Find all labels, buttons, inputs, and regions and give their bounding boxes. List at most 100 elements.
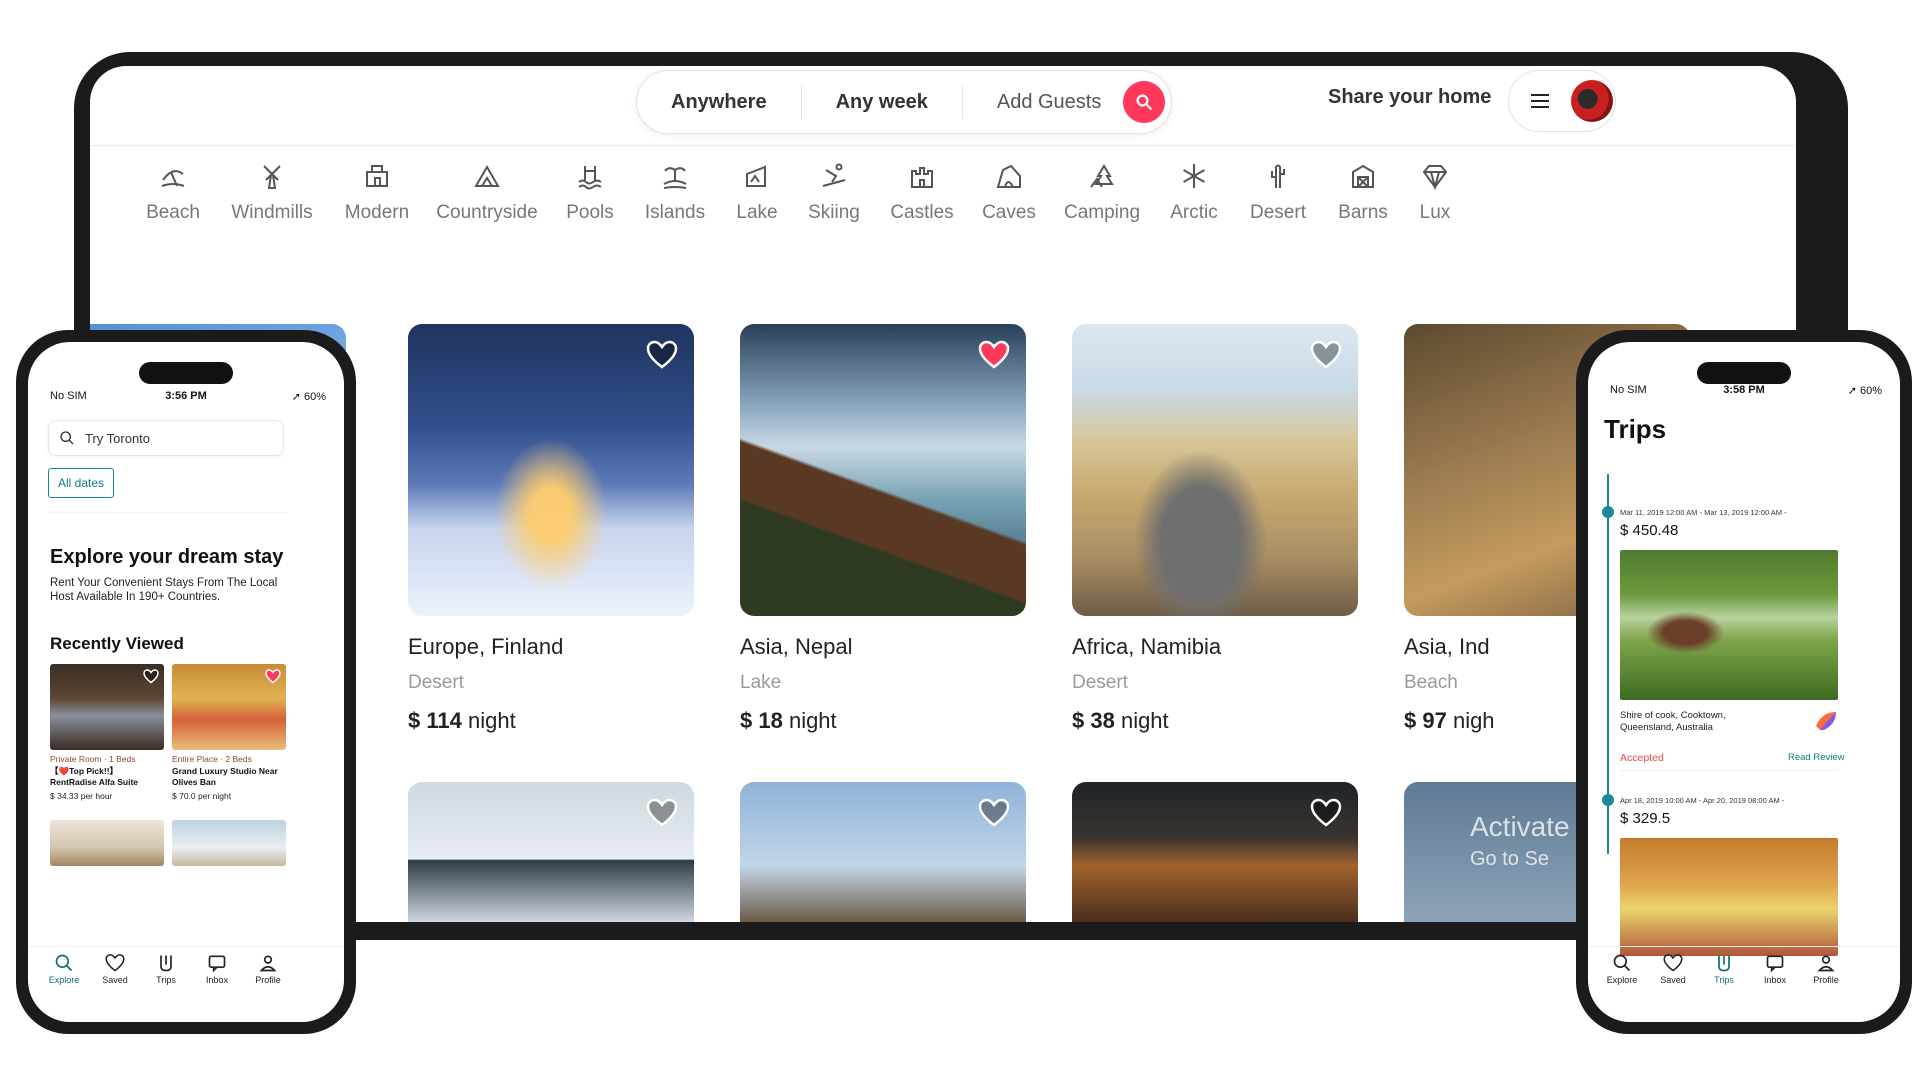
search-placeholder: Try Toronto	[85, 430, 151, 446]
search-where[interactable]: Anywhere	[637, 85, 802, 119]
heart-icon[interactable]	[143, 669, 159, 684]
status-bar: No SIM 3:56 PM ➚ 60%	[28, 390, 344, 408]
profile-icon	[259, 955, 277, 972]
recent-listing[interactable]	[50, 820, 164, 866]
phone-notch	[1697, 362, 1791, 384]
recent-listing[interactable]: Private Room · 1 Beds 【❤️Top Pick!!】Rent…	[50, 664, 164, 801]
timeline-dot	[1602, 506, 1614, 518]
windmill-icon	[263, 165, 281, 189]
user-menu[interactable]	[1508, 70, 1616, 132]
listing-price: $ 97 nigh	[1404, 708, 1495, 733]
recent-listing-title: Grand Luxury Studio Near Olives Ban	[172, 766, 278, 787]
inbox-icon	[208, 955, 226, 973]
carrier-label: No SIM	[1610, 384, 1647, 396]
trip-price: $ 329.5	[1620, 810, 1671, 827]
search-when[interactable]: Any week	[802, 85, 963, 119]
tab-explore[interactable]: Explore	[36, 953, 92, 985]
trip-status: Accepted	[1620, 752, 1664, 764]
tab-saved[interactable]: Saved	[1645, 953, 1701, 985]
heart-icon	[1663, 954, 1683, 972]
trip-location: Shire of cook, Cooktown, Queensland, Aus…	[1620, 710, 1726, 733]
trips-icon	[1718, 955, 1730, 972]
read-review-link[interactable]: Read Review	[1788, 752, 1845, 763]
pool-icon	[578, 166, 602, 190]
recent-listing-type: Private Room · 1 Beds	[50, 754, 136, 764]
activation-watermark: Activate Go to Se	[1470, 811, 1570, 870]
divider	[1620, 770, 1838, 771]
left-phone-frame: No SIM 3:56 PM ➚ 60% Try Toronto All dat…	[16, 330, 356, 1034]
recent-listing-image	[172, 664, 286, 750]
listing-price: $ 18 night	[740, 708, 837, 733]
heart-icon[interactable]	[978, 340, 1010, 370]
search-bar[interactable]: Anywhere Any week Add Guests	[636, 70, 1172, 134]
search-icon	[55, 954, 73, 972]
listing-price: $ 38 night	[1072, 708, 1169, 733]
listing-card[interactable]	[408, 782, 694, 922]
bottom-tab-bar: Explore Saved Trips Inbox Profile	[1588, 946, 1900, 1000]
heart-icon[interactable]	[646, 798, 678, 828]
listing-category: Beach	[1404, 672, 1458, 693]
tab-profile[interactable]: Profile	[240, 953, 296, 985]
clock: 3:58 PM	[1723, 384, 1765, 396]
right-phone-screen: No SIM 3:58 PM ➚ 60% Trips Mar 11, 2019 …	[1588, 342, 1900, 1022]
search-guests[interactable]: Add Guests	[963, 85, 1124, 119]
listing-category: Desert	[408, 672, 464, 693]
lake-icon	[746, 165, 766, 187]
all-dates-button[interactable]: All dates	[48, 468, 115, 498]
listing-card[interactable]	[1072, 782, 1358, 922]
left-phone-screen: No SIM 3:56 PM ➚ 60% Try Toronto All dat…	[28, 342, 344, 1022]
cactus-icon	[1271, 164, 1285, 188]
carrier-label: No SIM	[50, 390, 87, 402]
tab-explore[interactable]: Explore	[1594, 953, 1650, 985]
listing-title: Europe, Finland	[408, 634, 564, 659]
listing-category: Lake	[740, 672, 782, 693]
tab-saved[interactable]: Saved	[87, 953, 143, 985]
tab-trips[interactable]: Trips	[1696, 953, 1752, 985]
heart-icon[interactable]	[265, 669, 281, 684]
tab-trips[interactable]: Trips	[138, 953, 194, 985]
right-phone-frame: No SIM 3:58 PM ➚ 60% Trips Mar 11, 2019 …	[1576, 330, 1912, 1034]
category-lux[interactable]: Lux	[1370, 162, 1500, 224]
recently-viewed-heading: Recently Viewed	[50, 634, 184, 653]
camping-icon	[1090, 164, 1114, 188]
listing-card[interactable]	[740, 782, 1026, 922]
trips-icon	[160, 955, 172, 972]
hero-heading: Explore your dream stay	[50, 546, 284, 568]
heart-icon[interactable]	[646, 340, 678, 370]
heart-icon[interactable]	[978, 798, 1010, 828]
search-button[interactable]	[1123, 81, 1166, 123]
tab-inbox[interactable]: Inbox	[189, 953, 245, 985]
listing-title: Asia, Nepal	[740, 634, 853, 659]
listing-price: $ 114 night	[408, 708, 516, 733]
tab-profile[interactable]: Profile	[1798, 953, 1854, 985]
hamburger-menu-icon	[1531, 94, 1549, 108]
recent-listing-type: Entire Place · 2 Beds	[172, 754, 252, 764]
snowflake-icon	[1183, 164, 1205, 188]
brand-logo-icon	[1816, 712, 1836, 730]
timeline-dot	[1602, 794, 1614, 806]
tab-inbox[interactable]: Inbox	[1747, 953, 1803, 985]
trip-dates: Apr 18, 2019 10:00 AM - Apr 20, 2019 08:…	[1620, 796, 1785, 805]
search-input[interactable]: Try Toronto	[48, 420, 284, 456]
recent-listing[interactable]: Entire Place · 2 Beds Grand Luxury Studi…	[172, 664, 286, 801]
search-icon	[1613, 954, 1631, 972]
share-home-link[interactable]: Share your home	[1328, 86, 1491, 109]
island-icon	[663, 167, 687, 189]
heart-icon[interactable]	[1310, 340, 1342, 370]
diamond-icon	[1422, 165, 1448, 190]
battery-label: ➚ 60%	[291, 391, 326, 403]
listing-image	[740, 324, 1026, 616]
heart-icon[interactable]	[1310, 798, 1342, 828]
trip-image[interactable]	[1620, 550, 1838, 700]
top-navigation: Anywhere Any week Add Guests Share your …	[90, 66, 1796, 146]
battery-label: ➚ 60%	[1847, 385, 1882, 397]
clock: 3:56 PM	[165, 390, 207, 402]
recent-listing-price: $ 70.0 per night	[172, 791, 232, 801]
trip-image[interactable]	[1620, 838, 1838, 956]
recent-listing[interactable]	[172, 820, 286, 866]
listing-image	[1072, 324, 1358, 616]
recent-listing-price: $ 34.33 per hour	[50, 791, 113, 801]
recent-listing-title: 【❤️Top Pick!!】RentRadise Alfa Suite	[50, 766, 139, 787]
listing-image	[408, 324, 694, 616]
profile-icon	[1817, 955, 1835, 972]
